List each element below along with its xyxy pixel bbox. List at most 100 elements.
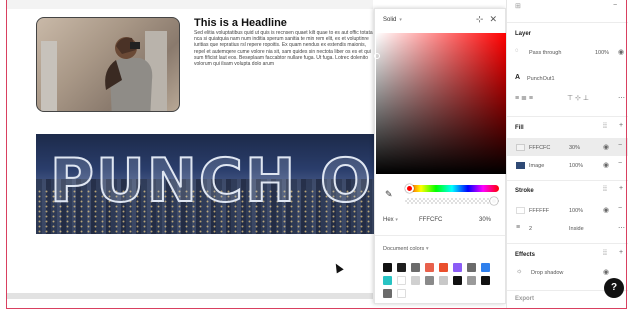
fill-row-selected[interactable] (507, 138, 628, 156)
photographer-figure (105, 37, 153, 111)
stroke-weight-icon: ≡ (516, 224, 521, 231)
remove-image-icon[interactable]: − (618, 160, 622, 167)
punch-out-text: PUNCH OUT (49, 145, 374, 217)
color-swatch[interactable] (397, 263, 406, 272)
remove-fill-icon[interactable]: − (618, 142, 622, 149)
punch-out-banner[interactable]: PUNCH OUT (36, 134, 374, 234)
color-swatch[interactable] (481, 276, 490, 285)
opacity-slider-knob[interactable] (490, 197, 498, 205)
image-fill-label[interactable]: Image (529, 163, 544, 169)
add-stroke-icon[interactable]: + (619, 185, 623, 192)
color-swatch[interactable] (383, 276, 392, 285)
color-swatch[interactable] (425, 263, 434, 272)
headline-text[interactable]: This is a Headline (194, 17, 287, 29)
align-icons[interactable]: ≡ ≣ ≡ (515, 94, 533, 102)
eye-icon[interactable]: ◉ (603, 268, 609, 276)
fill-section-title: Fill (515, 125, 524, 131)
layer-opacity-input[interactable]: 100% (595, 50, 609, 56)
color-swatch[interactable] (439, 276, 448, 285)
color-swatch[interactable] (397, 276, 406, 285)
chevron-down-icon: ▾ (395, 217, 398, 223)
export-section-title: Export (515, 296, 535, 302)
hex-input[interactable]: FFFCFC (419, 217, 442, 223)
styles-icon[interactable]: ⁞⁞ (603, 186, 607, 193)
image-opacity-value[interactable]: 100% (569, 163, 583, 169)
eyedropper-icon[interactable]: ✎ (385, 189, 393, 200)
effect-settings-icon[interactable]: ☼ (516, 268, 522, 275)
color-format-label: Hex (383, 217, 394, 223)
color-swatch[interactable] (453, 276, 462, 285)
fill-mode-label: Solid (383, 17, 397, 23)
stroke-opacity-value[interactable]: 100% (569, 208, 583, 214)
divider (507, 22, 628, 23)
eye-icon[interactable]: ◉ (618, 48, 624, 56)
blend-mode-icon: ◌ (515, 48, 519, 54)
color-swatch[interactable] (467, 276, 476, 285)
more-icon[interactable]: − (613, 2, 617, 9)
styles-icon[interactable]: ⁞⁞ (603, 250, 607, 257)
fill-mode-dropdown[interactable]: Solid ▾ (383, 17, 402, 23)
canvas-top-strip (7, 0, 373, 9)
stroke-color-swatch[interactable] (516, 207, 525, 214)
effect-type-dropdown[interactable]: Drop shadow (531, 270, 563, 276)
styles-icon[interactable]: ⁞⁞ (603, 123, 607, 130)
color-swatch[interactable] (439, 263, 448, 272)
color-swatch[interactable] (383, 289, 392, 298)
hue-slider[interactable] (405, 185, 499, 192)
stroke-section-title: Stroke (515, 188, 534, 194)
background-building (41, 41, 57, 111)
chevron-down-icon: ▾ (399, 17, 402, 23)
document-colors-dropdown[interactable]: Document colors ▾ (383, 246, 429, 252)
layer-name[interactable]: PunchOut1 (527, 76, 555, 82)
divider (375, 235, 505, 236)
fill-color-swatch[interactable] (516, 144, 525, 151)
add-effect-icon[interactable]: + (619, 249, 623, 256)
style-icon[interactable]: ⊹ (476, 14, 484, 24)
color-format-dropdown[interactable]: Hex ▾ (383, 217, 398, 223)
color-swatch[interactable] (397, 289, 406, 298)
blend-mode-dropdown[interactable]: Pass through (529, 50, 561, 56)
stroke-hex-value[interactable]: FFFFFF (529, 208, 549, 214)
stroke-position-dropdown[interactable]: Inside (569, 226, 584, 232)
color-picker-popover: Solid ▾ ⊹ ✕ ✎ Hex ▾ FFFCFC 30% Document co… (374, 8, 506, 304)
stroke-weight-input[interactable]: 2 (529, 226, 532, 232)
help-button[interactable]: ? (604, 278, 624, 298)
panel-top-icons: ⊞ (515, 3, 521, 10)
layer-section-title: Layer (515, 31, 532, 37)
saturation-value-area[interactable] (374, 33, 506, 174)
divider (507, 180, 628, 181)
remove-stroke-icon[interactable]: − (618, 205, 622, 212)
document-colors-label: Document colors (383, 246, 425, 252)
image-fill-swatch[interactable] (516, 162, 525, 169)
photo-frame[interactable] (36, 17, 180, 112)
text-layer-icon: A (515, 74, 521, 81)
add-fill-icon[interactable]: + (619, 122, 623, 129)
fill-opacity-value[interactable]: 30% (569, 145, 580, 151)
eye-icon[interactable]: ◉ (603, 161, 609, 169)
close-icon[interactable]: ✕ (489, 14, 497, 24)
body-paragraph[interactable]: Sed elitia voluptatibus quid ut quis is … (194, 30, 376, 92)
color-swatch[interactable] (411, 276, 420, 285)
fill-hex-value[interactable]: FFFCFC (529, 145, 550, 151)
picker-header-actions: ⊹ ✕ (470, 14, 497, 25)
color-swatch[interactable] (481, 263, 490, 272)
vertical-align-icons[interactable]: ⊤ ⊹ ⊥ (567, 94, 589, 102)
effects-section-title: Effects (515, 252, 536, 258)
divider (507, 116, 628, 117)
design-panel: ⊞ − Layer ◌ Pass through 100% ◉ A PunchO… (506, 0, 628, 309)
document-color-swatches (383, 263, 501, 298)
canvas-bottom-bar (7, 293, 373, 299)
eye-icon[interactable]: ◉ (603, 206, 609, 214)
eye-icon[interactable]: ◉ (603, 143, 609, 151)
opacity-input[interactable]: 30% (479, 217, 491, 223)
color-handle[interactable] (374, 53, 380, 59)
color-swatch[interactable] (453, 263, 462, 272)
more-options-icon[interactable]: ⋯ (618, 224, 625, 232)
color-swatch[interactable] (467, 263, 476, 272)
color-swatch[interactable] (425, 276, 434, 285)
opacity-slider[interactable] (405, 198, 499, 204)
more-options-icon[interactable]: ⋯ (618, 94, 625, 102)
color-swatch[interactable] (383, 263, 392, 272)
hue-slider-knob[interactable] (405, 184, 414, 193)
color-swatch[interactable] (411, 263, 420, 272)
